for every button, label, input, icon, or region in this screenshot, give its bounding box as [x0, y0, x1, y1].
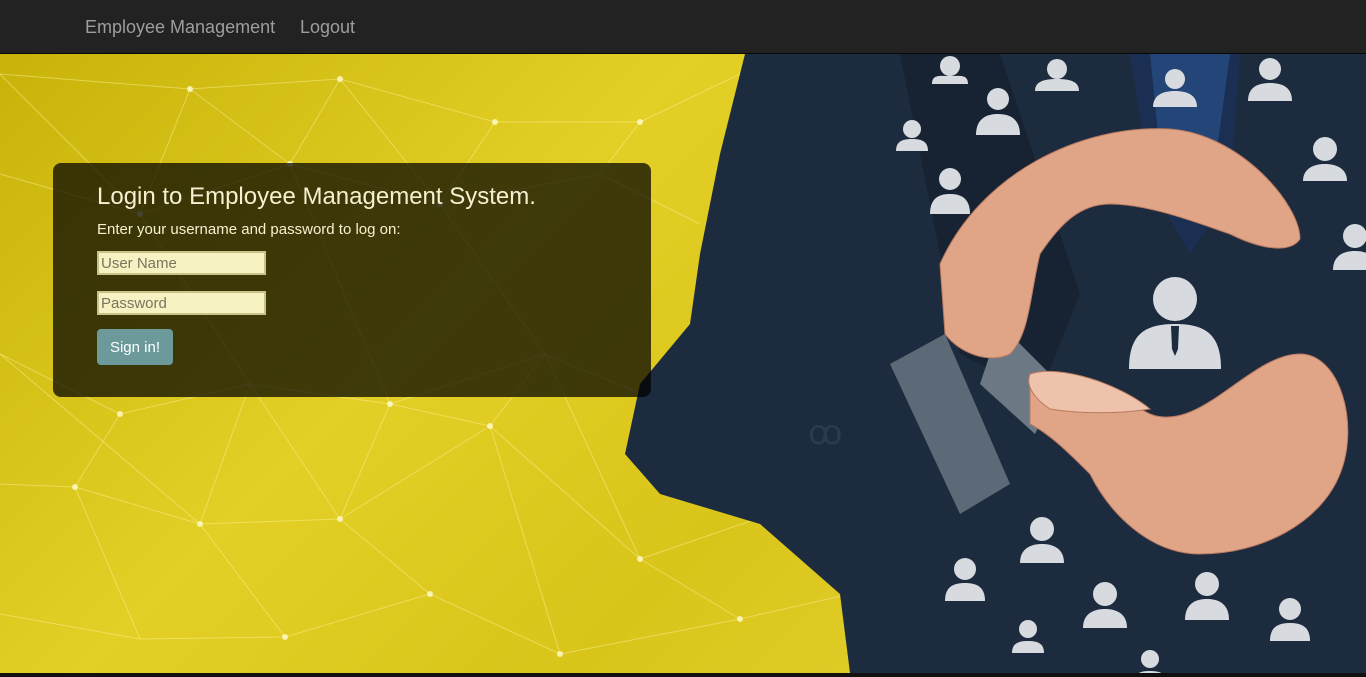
sign-in-button[interactable]: Sign in! — [97, 329, 173, 365]
username-input[interactable] — [97, 251, 266, 275]
hero-background: ꝏ Login to Employee Management System. E… — [0, 54, 1366, 673]
suit-button-emblem: ꝏ — [808, 415, 843, 452]
brand-link[interactable]: Employee Management — [85, 0, 275, 54]
login-title: Login to Employee Management System. — [97, 183, 536, 210]
bottom-strip — [0, 673, 1366, 677]
logout-link[interactable]: Logout — [300, 0, 355, 54]
top-navbar: Employee Management Logout — [0, 0, 1366, 54]
login-panel: Login to Employee Management System. Ent… — [53, 163, 651, 397]
password-input[interactable] — [97, 291, 266, 315]
login-subtitle: Enter your username and password to log … — [97, 221, 401, 238]
